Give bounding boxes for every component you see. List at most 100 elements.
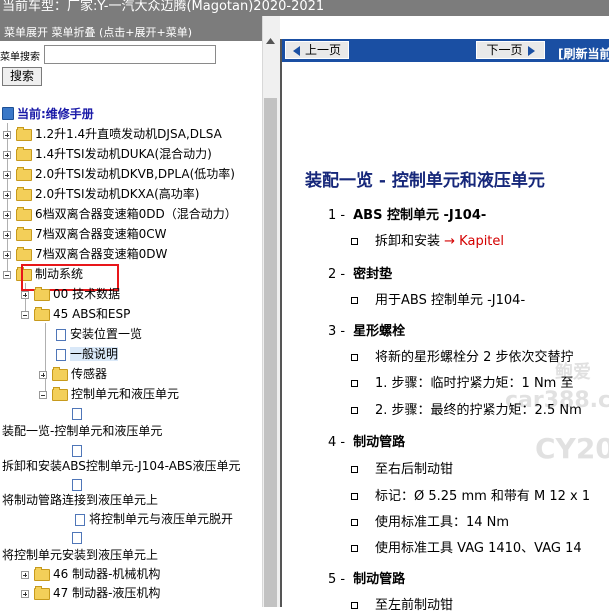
tree-item[interactable]: 2.0升TSI发动机DKXA(高功率): [3, 184, 199, 204]
folder-icon: [16, 166, 32, 181]
tree-item[interactable]: 拆卸和安装ABS控制单元-J104-ABS液压单元: [2, 456, 241, 476]
tree-item-icon-row[interactable]: [72, 403, 86, 423]
folder-icon: [16, 126, 32, 141]
page-icon: [72, 531, 82, 544]
expand-icon[interactable]: [39, 370, 47, 379]
bullet-text: 将新的星形螺栓分 2 步依次交替拧: [375, 350, 574, 365]
expand-icon[interactable]: [3, 250, 11, 259]
tree-item[interactable]: 将控制单元与液压单元脱开: [75, 509, 233, 529]
page-icon: [56, 328, 66, 341]
expand-icon[interactable]: [3, 190, 11, 199]
folder-icon: [34, 585, 50, 600]
tree-item[interactable]: 控制单元和液压单元: [39, 384, 179, 404]
tree-item[interactable]: 45 ABS和ESP: [21, 304, 130, 324]
arrow-right-icon: [527, 45, 535, 56]
tree-item-label: 安装位置一览: [70, 327, 143, 341]
list-item: 至右后制动钳: [351, 458, 453, 477]
tree-item-label: 6档双离合器变速箱0DD（混合动力）: [35, 207, 237, 221]
bullet-text: 用于ABS 控制单元 -J104-: [375, 293, 526, 308]
tree-item-label: 7档双离合器变速箱0DW: [35, 247, 168, 261]
collapse-icon[interactable]: [21, 310, 29, 319]
list-item: 将新的星形螺栓分 2 步依次交替拧: [351, 346, 574, 365]
square-bullet-icon: [351, 297, 358, 304]
tree-item-label: 45 ABS和ESP: [53, 307, 131, 321]
tree-item-selected[interactable]: 一般说明: [56, 344, 119, 364]
bullet-text: 2. 步骤：最终的拧紧力矩：2.5 Nm: [375, 403, 582, 418]
list-item: 使用标准工具：14 Nm: [351, 511, 509, 530]
tree-item-label: 装配一览-控制单元和液压单元: [2, 424, 163, 438]
bullet-text: 标记：Ø 5.25 mm 和带有 M 12 x 1: [375, 489, 591, 504]
tree-item-label: 2.0升TSI发动机DKXA(高功率): [35, 187, 200, 201]
tree-root[interactable]: 当前:维修手册: [2, 105, 94, 123]
tree-item-icon-row[interactable]: [72, 527, 86, 547]
tree-item-label: 47 制动器-液压机构: [53, 586, 161, 600]
scrollbar-thumb[interactable]: [264, 98, 277, 607]
refresh-link[interactable]: [刷新当前: [558, 45, 609, 62]
section-number: 1 -: [328, 208, 346, 223]
tree-item-label: 46 制动器-机械机构: [53, 567, 161, 581]
section-heading: 5 - 制动管路: [328, 568, 405, 587]
expand-icon[interactable]: [3, 210, 11, 219]
tree-item[interactable]: 7档双离合器变速箱0DW: [3, 244, 167, 264]
document-title: 装配一览 - 控制单元和液压单元: [305, 171, 545, 191]
expand-icon[interactable]: [21, 589, 29, 598]
tree-item[interactable]: 7档双离合器变速箱0CW: [3, 224, 167, 244]
prev-page-button[interactable]: 上一页: [285, 41, 349, 59]
square-bullet-icon: [351, 545, 358, 552]
tree-item[interactable]: 00 技术数据: [21, 284, 120, 304]
tree-item-label: 控制单元和液压单元: [71, 387, 180, 401]
square-bullet-icon: [351, 519, 358, 526]
arrow-left-icon: [292, 45, 300, 56]
tree-item[interactable]: 2.0升TSI发动机DKVB,DPLA(低功率): [3, 164, 235, 184]
section-heading: 4 - 制动管路: [328, 431, 405, 450]
tree-item[interactable]: 46 制动器-机械机构: [21, 564, 160, 584]
expand-icon[interactable]: [3, 170, 11, 179]
expand-icon[interactable]: [21, 290, 29, 299]
tree-item[interactable]: 1.4升TSI发动机DUKA(混合动力): [3, 144, 212, 164]
page-icon: [72, 407, 82, 420]
bullet-text: 至右后制动钳: [375, 462, 454, 477]
folder-icon: [16, 186, 32, 201]
scroll-up-arrow-icon[interactable]: [266, 38, 275, 44]
tree-item[interactable]: 47 制动器-液压机构: [21, 583, 160, 603]
tree-item[interactable]: 1.2升1.4升直喷发动机DJSA,DLSA: [3, 124, 222, 144]
folder-icon: [16, 246, 32, 261]
menu-expand-collapse-text[interactable]: 菜单展开 菜单折叠 (点击+展开+菜单): [4, 27, 192, 39]
search-button[interactable]: 搜索: [2, 67, 42, 86]
folder-icon: [16, 226, 32, 241]
folder-icon: [34, 286, 50, 301]
collapse-icon[interactable]: [3, 270, 11, 279]
tree-item[interactable]: 安装位置一览: [56, 324, 142, 344]
expand-icon[interactable]: [3, 150, 11, 159]
section-title: 制动管路: [353, 572, 406, 587]
expand-icon[interactable]: [21, 570, 29, 579]
expand-icon[interactable]: [3, 130, 11, 139]
menu-expand-collapse-bar[interactable]: 菜单展开 菜单折叠 (点击+展开+菜单): [0, 16, 262, 41]
folder-icon: [16, 206, 32, 221]
tree-item[interactable]: 将制动管路连接到液压单元上: [2, 490, 158, 510]
page-icon: [72, 478, 82, 491]
next-page-button[interactable]: 下一页: [476, 41, 545, 59]
list-item: 至左前制动钳: [351, 594, 453, 613]
tree-item[interactable]: 传感器: [39, 364, 107, 384]
section-title: 密封垫: [353, 267, 393, 282]
section-heading: 3 - 星形螺栓: [328, 320, 405, 339]
search-input[interactable]: [44, 45, 216, 64]
tree-item[interactable]: 将控制单元安装到液压单元上: [2, 545, 158, 565]
section-title: 制动管路: [353, 435, 406, 450]
bullet-text: 拆卸和安装: [375, 234, 441, 249]
expand-icon[interactable]: [3, 230, 11, 239]
tree-item-label: 00 技术数据: [53, 287, 121, 301]
collapse-icon[interactable]: [39, 390, 47, 399]
folder-open-icon: [34, 306, 50, 321]
section-title: 星形螺栓: [353, 324, 406, 339]
section-number: 4 -: [328, 435, 346, 450]
tree-item-label: 将制动管路连接到液压单元上: [2, 493, 159, 507]
page-icon: [56, 348, 66, 361]
chapter-link[interactable]: → Kapitel: [444, 234, 504, 249]
tree-item[interactable]: 装配一览-控制单元和液压单元: [2, 421, 162, 441]
tree-item[interactable]: 6档双离合器变速箱0DD（混合动力）: [3, 204, 237, 224]
book-icon: [2, 107, 14, 120]
folder-icon: [16, 146, 32, 161]
folder-icon: [34, 566, 50, 581]
